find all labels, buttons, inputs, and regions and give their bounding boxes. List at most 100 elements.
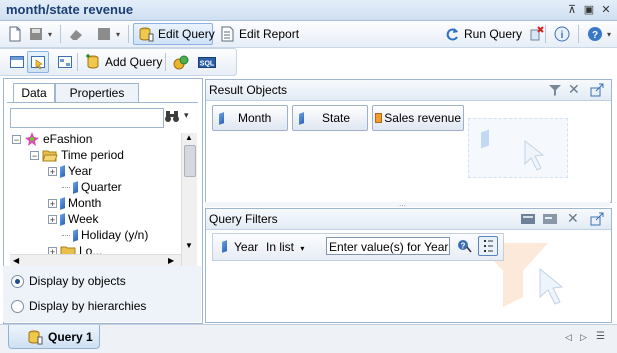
result-object-chip[interactable]: State: [292, 105, 368, 131]
result-object-chip[interactable]: Month: [212, 105, 288, 131]
save-icon: [28, 26, 44, 42]
search-options-chevron-icon[interactable]: ▾: [184, 110, 189, 121]
tree-item-year[interactable]: + Year: [48, 163, 92, 179]
restore-icon[interactable]: ▣: [582, 3, 596, 17]
collapse-icon[interactable]: −: [30, 150, 39, 160]
tree-item-week[interactable]: + Week: [48, 211, 98, 227]
measure-icon: [375, 113, 383, 123]
search-input[interactable]: [10, 108, 164, 128]
outline-button[interactable]: [53, 51, 77, 73]
scroll-right-icon[interactable]: ▶: [168, 256, 174, 265]
database-icon: [138, 26, 154, 42]
title-bar: month/state revenue ⊼ ▣ ✕: [0, 0, 617, 21]
run-query-label: Run Query: [464, 27, 523, 41]
tree-vertical-scrollbar[interactable]: ▲ ▼: [181, 133, 197, 267]
scroll-left-icon[interactable]: ◀: [13, 256, 19, 265]
data-panel-button[interactable]: [27, 51, 49, 73]
result-objects-title: Result Objects: [209, 83, 288, 97]
tab-query-1[interactable]: Query 1: [8, 325, 100, 349]
tab-scroll-right-icon[interactable]: ▷: [580, 332, 587, 343]
svg-text:SQL: SQL: [200, 61, 215, 68]
run-query-button[interactable]: Run Query: [440, 23, 526, 45]
filter-value-input[interactable]: Enter value(s) for Year:: [326, 237, 450, 255]
tab-data[interactable]: Data: [13, 83, 55, 103]
value-list-button[interactable]: [478, 236, 498, 256]
edit-query-button[interactable]: Edit Query: [133, 23, 215, 45]
scroll-up-icon[interactable]: ▲: [185, 133, 193, 142]
view-sql-button[interactable]: SQL: [194, 51, 220, 73]
save-button[interactable]: ▾: [24, 23, 56, 45]
tab-properties-label: Properties: [69, 86, 125, 100]
info-icon: i: [554, 26, 570, 42]
query-toolbar: Add Query SQL: [0, 48, 237, 76]
tab-list-icon[interactable]: ☰: [596, 331, 605, 342]
subquery-icon[interactable]: [542, 211, 558, 230]
report-icon: [219, 26, 235, 42]
combined-query-button[interactable]: [169, 51, 193, 73]
help-context-button[interactable]: i: [550, 23, 574, 45]
result-objects-header: Result Objects ✕: [206, 80, 611, 101]
expand-icon[interactable]: +: [48, 166, 57, 176]
sql-icon: SQL: [198, 54, 216, 70]
result-object-label: Month: [238, 111, 272, 125]
result-object-chip[interactable]: Sales revenue: [372, 105, 464, 131]
dock-icon[interactable]: [589, 211, 605, 230]
view-options-button[interactable]: ▾: [92, 23, 124, 45]
filter-condition[interactable]: Year In list ▾ Enter value(s) for Year: …: [212, 233, 504, 261]
display-by-hierarchies-radio[interactable]: Display by hierarchies: [11, 299, 146, 313]
query-filters-title: Query Filters: [209, 212, 278, 226]
display-by-objects-radio[interactable]: Display by objects: [11, 274, 126, 288]
query-icon: [27, 329, 43, 345]
remove-all-icon[interactable]: ✕: [567, 210, 579, 227]
print-button[interactable]: [64, 23, 88, 45]
panel-layout-button[interactable]: [5, 51, 29, 73]
tree-item-quarter[interactable]: Quarter: [62, 179, 122, 195]
scroll-down-icon[interactable]: ▼: [185, 241, 193, 250]
operator-dropdown[interactable]: In list ▾: [266, 240, 304, 254]
radio-selected-icon[interactable]: [11, 274, 24, 288]
prompt-icon[interactable]: ?: [457, 238, 473, 257]
refresh-icon: [444, 26, 460, 42]
result-object-label: State: [322, 111, 351, 125]
edit-report-button[interactable]: Edit Report: [215, 23, 303, 45]
close-icon[interactable]: ✕: [599, 3, 613, 17]
pin-icon[interactable]: ⊼: [565, 3, 579, 17]
panel-splitter[interactable]: ⋯: [205, 202, 610, 210]
dimension-icon: [299, 111, 304, 125]
combined-query-icon: [173, 54, 189, 70]
tree-root-item[interactable]: − eFashion: [12, 131, 92, 147]
tree-item-label: Quarter: [81, 180, 122, 194]
filter-icon[interactable]: [548, 83, 562, 100]
help-icon: ?: [587, 26, 603, 42]
drop-zone-watermark: [468, 118, 568, 178]
tree-folder-item[interactable]: − Time period: [30, 147, 124, 163]
dimension-icon: [73, 180, 78, 194]
tree-item-month[interactable]: + Month: [48, 195, 101, 211]
add-query-button[interactable]: Add Query: [81, 51, 166, 73]
scroll-thumb[interactable]: [184, 145, 196, 177]
tab-properties[interactable]: Properties: [55, 83, 139, 102]
tab-scroll-left-icon[interactable]: ◁: [565, 332, 572, 343]
collapse-icon[interactable]: −: [12, 134, 21, 144]
tree-folder-label: Time period: [61, 148, 124, 162]
expand-icon[interactable]: +: [48, 198, 57, 208]
radio-unselected-icon[interactable]: [11, 299, 24, 313]
predefined-filter-icon[interactable]: [520, 211, 536, 230]
object-tree: − eFashion − Time period + Year Quarter …: [10, 131, 197, 265]
dock-icon[interactable]: [589, 82, 605, 101]
binoculars-icon[interactable]: [164, 108, 180, 127]
help-button[interactable]: ? ▾: [583, 23, 615, 45]
display-by-objects-label: Display by objects: [29, 274, 126, 288]
expand-icon[interactable]: +: [48, 214, 57, 224]
window-title: month/state revenue: [6, 2, 134, 17]
tree-item-label: Week: [68, 212, 99, 226]
query-tab-bar: Query 1 ◁ ▷ ☰: [0, 324, 617, 353]
dimension-icon: [60, 212, 65, 226]
eraser-icon: [68, 26, 84, 42]
svg-text:?: ?: [592, 30, 598, 41]
remove-all-icon[interactable]: ✕: [568, 81, 580, 98]
main-toolbar: ▾ ▾ Edit Query Edit Report Run Query i ?…: [0, 21, 617, 48]
tree-item-label: Year: [68, 164, 93, 178]
tree-item-holiday[interactable]: Holiday (y/n): [62, 227, 148, 243]
layout-icon: [9, 54, 25, 70]
